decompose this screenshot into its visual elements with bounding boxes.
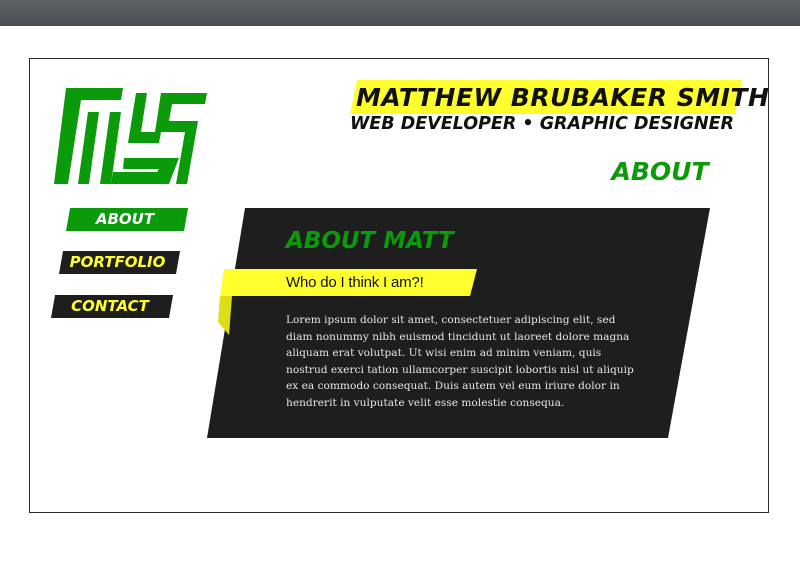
about-card-title: ABOUT MATT bbox=[286, 228, 454, 254]
browser-top-bar bbox=[0, 0, 800, 26]
site-title: MATTHEW BRUBAKER SMITH bbox=[356, 83, 770, 112]
nav-item-label: CONTACT bbox=[71, 297, 149, 315]
nav-item-portfolio[interactable]: PORTFOLIO bbox=[59, 251, 181, 274]
about-card-subtitle: Who do I think I am?! bbox=[286, 274, 424, 291]
nav-item-label: PORTFOLIO bbox=[69, 253, 166, 271]
site-subtitle: WEB DEVELOPER • GRAPHIC DESIGNER bbox=[350, 114, 735, 134]
about-card-body: Lorem ipsum dolor sit amet, consectetuer… bbox=[286, 314, 634, 409]
mbs-monogram-logo[interactable] bbox=[51, 88, 207, 184]
site-title-banner: MATTHEW BRUBAKER SMITH bbox=[350, 80, 770, 116]
nav-item-contact[interactable]: CONTACT bbox=[51, 295, 174, 318]
nav-item-label: ABOUT bbox=[95, 210, 155, 228]
nav-item-about[interactable]: ABOUT bbox=[66, 208, 189, 231]
page-title: ABOUT bbox=[611, 157, 709, 186]
